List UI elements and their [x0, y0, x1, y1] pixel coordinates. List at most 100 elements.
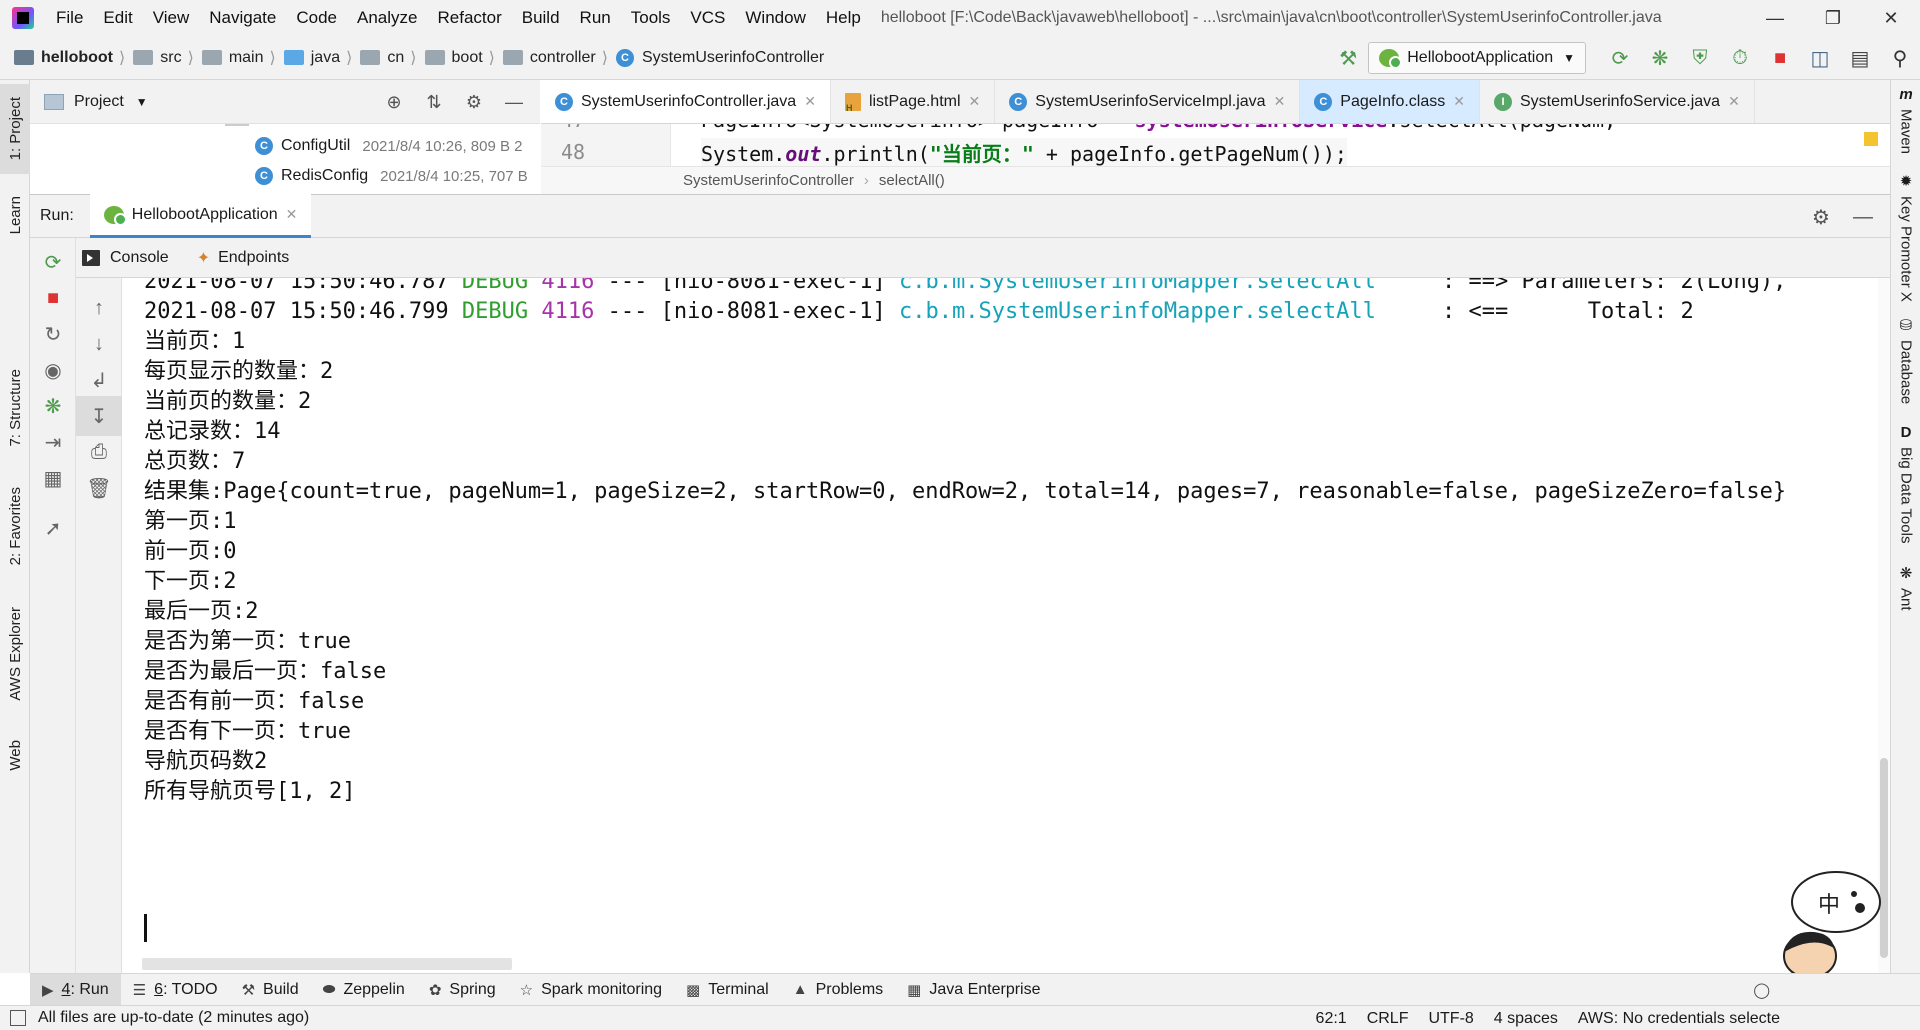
breadcrumb-project[interactable]: helloboot ⟩	[14, 48, 133, 68]
tool-tab-structure[interactable]: 7: Structure	[0, 358, 30, 458]
tool-tab-database[interactable]: ⛁ Database	[1891, 316, 1920, 404]
editor-tab-systemuserinfocontroller[interactable]: C SystemUserinfoController.java ✕	[541, 80, 831, 123]
menu-tools[interactable]: Tools	[621, 8, 681, 28]
breadcrumb-cn[interactable]: cn ⟩	[360, 48, 424, 68]
arrow-up-icon[interactable]: ↑	[76, 288, 122, 328]
locate-crosshair-icon[interactable]: ⊕	[374, 92, 414, 113]
bottom-tab-run[interactable]: ▶ 4: Run	[30, 973, 121, 1006]
project-panel-title[interactable]: Project	[74, 93, 124, 111]
breadcrumb-file[interactable]: C SystemUserinfoController	[615, 48, 824, 67]
profiler-icon[interactable]: ⏱	[1720, 36, 1760, 80]
tree-item-redisconfig[interactable]: C RedisConfig 2021/8/4 10:25, 707 B	[255, 162, 528, 190]
status-indent[interactable]: 4 spaces	[1484, 1010, 1568, 1028]
close-tab-icon[interactable]: ✕	[804, 93, 816, 110]
bottom-tab-event-log[interactable]: ◯	[1741, 974, 1790, 1006]
tool-tab-favorites[interactable]: 2: Favorites	[0, 480, 30, 572]
close-tab-icon[interactable]: ✕	[286, 206, 298, 223]
project-structure-icon[interactable]: ◫	[1800, 36, 1840, 80]
console-tab-console[interactable]: Console	[82, 238, 169, 278]
build-hammer-icon[interactable]: ⚒	[1328, 36, 1368, 80]
scroll-to-end-icon[interactable]: ↧	[76, 396, 122, 436]
editor-tab-systemuserinfoserviceimpl[interactable]: C SystemUserinfoServiceImpl.java ✕	[995, 80, 1301, 123]
close-tab-icon[interactable]: ✕	[1453, 93, 1465, 110]
console-tab-endpoints[interactable]: ✦ Endpoints	[197, 238, 290, 278]
rerun-icon[interactable]: ⟳	[30, 242, 76, 282]
pin-icon[interactable]: ➚	[30, 508, 76, 548]
bottom-tab-build[interactable]: ⚒ Build	[230, 974, 311, 1006]
status-message[interactable]: All files are up-to-date (2 minutes ago)	[38, 1009, 309, 1027]
bottom-tab-todo[interactable]: ☰ 6: TODO	[121, 974, 230, 1006]
collapse-all-icon[interactable]: ⇅	[414, 92, 454, 113]
status-encoding[interactable]: UTF-8	[1418, 1010, 1483, 1028]
exit-icon[interactable]: ⇥	[30, 422, 76, 462]
toggle-tool-windows-icon[interactable]	[10, 1010, 26, 1026]
restore-icon[interactable]: ❐	[1804, 0, 1862, 36]
editor-tab-listpage[interactable]: listPage.html ✕	[831, 80, 996, 123]
tree-item-configutil[interactable]: C ConfigUtil 2021/8/4 10:26, 809 B 2	[255, 132, 523, 160]
hide-panel-icon[interactable]: —	[494, 92, 534, 113]
menu-view[interactable]: View	[143, 8, 200, 28]
close-tab-icon[interactable]: ✕	[1728, 93, 1740, 110]
breadcrumb-java[interactable]: java ⟩	[283, 48, 361, 68]
bottom-tab-problems[interactable]: ▲ Problems	[781, 974, 895, 1006]
run-tab-hellobootapplication[interactable]: HellobootApplication ✕	[89, 194, 312, 238]
close-tab-icon[interactable]: ✕	[1274, 93, 1286, 110]
search-icon[interactable]: ⚲	[1880, 36, 1920, 80]
console-output[interactable]: 2021-08-07 15:50:46.787 DEBUG 4116 --- […	[122, 278, 1878, 958]
run-configuration-select[interactable]: HellobootApplication ▼	[1368, 42, 1586, 74]
status-aws-credentials[interactable]: AWS: No credentials selecte	[1568, 1010, 1920, 1028]
menu-file[interactable]: File	[46, 8, 93, 28]
tool-tab-maven[interactable]: m Maven	[1891, 86, 1920, 154]
rerun-icon[interactable]: ⟳	[1600, 36, 1640, 80]
menu-code[interactable]: Code	[286, 8, 347, 28]
breadcrumb-boot[interactable]: boot ⟩	[424, 48, 503, 68]
bottom-tab-terminal[interactable]: ▩ Terminal	[674, 974, 781, 1006]
editor-crumb-method[interactable]: selectAll()	[879, 172, 945, 189]
menu-navigate[interactable]: Navigate	[199, 8, 286, 28]
tool-tab-learn[interactable]: Learn	[0, 180, 30, 250]
breadcrumb-src[interactable]: src ⟩	[133, 48, 202, 68]
stop-icon[interactable]: ■	[30, 278, 76, 318]
warning-marker-icon[interactable]	[1864, 132, 1878, 146]
bottom-tab-java-enterprise[interactable]: ▦ Java Enterprise	[895, 974, 1052, 1006]
menu-build[interactable]: Build	[512, 8, 570, 28]
coverage-shield-icon[interactable]: ⛨	[1680, 36, 1720, 80]
tool-tab-key-promoter[interactable]: ✹ Key Promoter X	[1891, 172, 1920, 302]
chevron-down-icon[interactable]: ▼	[136, 95, 148, 109]
status-caret-position[interactable]: 62:1	[1306, 1010, 1357, 1028]
tool-tab-ant[interactable]: ❋ Ant	[1891, 564, 1920, 611]
breadcrumb-main[interactable]: main ⟩	[201, 48, 284, 68]
menu-run[interactable]: Run	[570, 8, 621, 28]
menu-edit[interactable]: Edit	[93, 8, 142, 28]
soft-wrap-icon[interactable]: ↲	[76, 360, 122, 400]
presentation-icon[interactable]: ▤	[1840, 36, 1880, 80]
trash-icon[interactable]: 🗑	[76, 468, 122, 508]
debug-bug-icon[interactable]: ❋	[30, 386, 76, 426]
editor-tab-systemuserinfoservice[interactable]: I SystemUserinfoService.java ✕	[1480, 80, 1755, 123]
close-icon[interactable]: ✕	[1862, 0, 1920, 36]
code-editor[interactable]: 47 48 PageInfo<SystemUserinfo> pageInfo …	[541, 124, 1890, 166]
editor-tab-pageinfo[interactable]: C PageInfo.class ✕	[1300, 80, 1480, 123]
arrow-down-icon[interactable]: ↓	[76, 324, 122, 364]
bottom-tab-zeppelin[interactable]: ⬬ Zeppelin	[311, 974, 417, 1006]
menu-window[interactable]: Window	[735, 8, 815, 28]
menu-refactor[interactable]: Refactor	[427, 8, 511, 28]
hide-panel-icon[interactable]: —	[1842, 206, 1884, 229]
close-tab-icon[interactable]: ✕	[969, 93, 981, 110]
tool-tab-project[interactable]: 1: Project	[0, 84, 30, 174]
breadcrumb-controller[interactable]: controller ⟩	[502, 48, 616, 68]
horizontal-scrollbar[interactable]	[142, 958, 512, 970]
menu-vcs[interactable]: VCS	[680, 8, 735, 28]
menu-analyze[interactable]: Analyze	[347, 8, 427, 28]
bottom-tab-spark-monitoring[interactable]: ☆ Spark monitoring	[508, 974, 674, 1006]
tool-tab-big-data-tools[interactable]: D Big Data Tools	[1891, 424, 1920, 543]
gear-icon[interactable]: ⚙	[454, 92, 494, 113]
restore-layout-icon[interactable]: ↻	[30, 314, 76, 354]
print-icon[interactable]: ⎙	[76, 432, 122, 472]
layout-icon[interactable]: ▦	[30, 458, 76, 498]
gear-icon[interactable]: ⚙	[1800, 205, 1842, 230]
editor-crumb-class[interactable]: SystemUserinfoController	[683, 172, 854, 189]
status-line-separator[interactable]: CRLF	[1357, 1010, 1419, 1028]
debug-bug-icon[interactable]: ❋	[1640, 36, 1680, 80]
bottom-tab-spring[interactable]: ✿ Spring	[417, 974, 508, 1006]
